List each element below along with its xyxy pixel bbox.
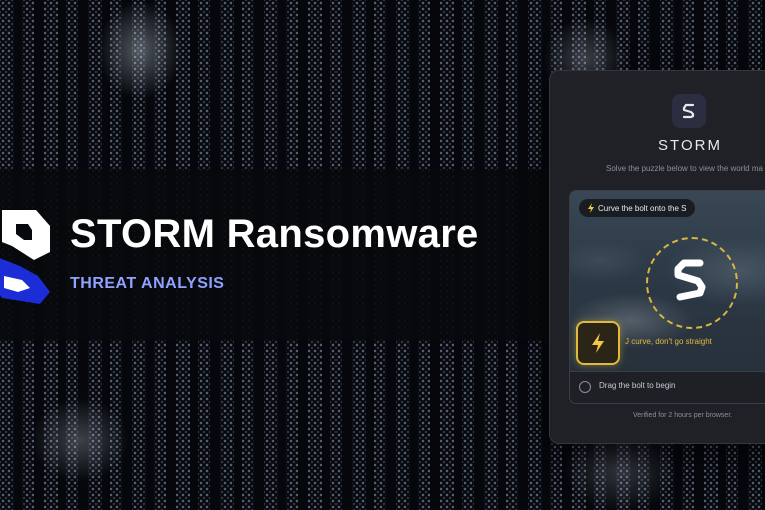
curve-tip-text: J curve, don't go straight <box>625 337 712 346</box>
status-circle-icon <box>579 381 591 393</box>
storm-s-icon <box>672 94 706 128</box>
hint-text: Curve the bolt onto the S <box>598 203 687 213</box>
page-title: STORM Ransomware <box>70 212 479 256</box>
captcha-title: STORM <box>658 137 722 154</box>
draggable-bolt-handle[interactable] <box>576 321 620 365</box>
hint-pill: Curve the bolt onto the S <box>579 199 695 217</box>
storm-s-logo-icon <box>0 210 50 304</box>
captcha-puzzle[interactable]: Curve the bolt onto the S J curve, don't… <box>569 190 765 404</box>
lightning-bolt-icon <box>588 203 594 213</box>
page-subtitle: THREAT ANALYSIS <box>70 275 225 292</box>
lightning-bolt-icon <box>592 333 604 353</box>
puzzle-status-bar: Drag the bolt to begin <box>570 371 765 403</box>
captcha-description: Solve the puzzle below to view the world… <box>606 164 763 173</box>
status-text: Drag the bolt to begin <box>599 381 676 390</box>
s-target-icon <box>674 259 706 301</box>
verified-note: Verified for 2 hours per browser. <box>633 412 733 419</box>
